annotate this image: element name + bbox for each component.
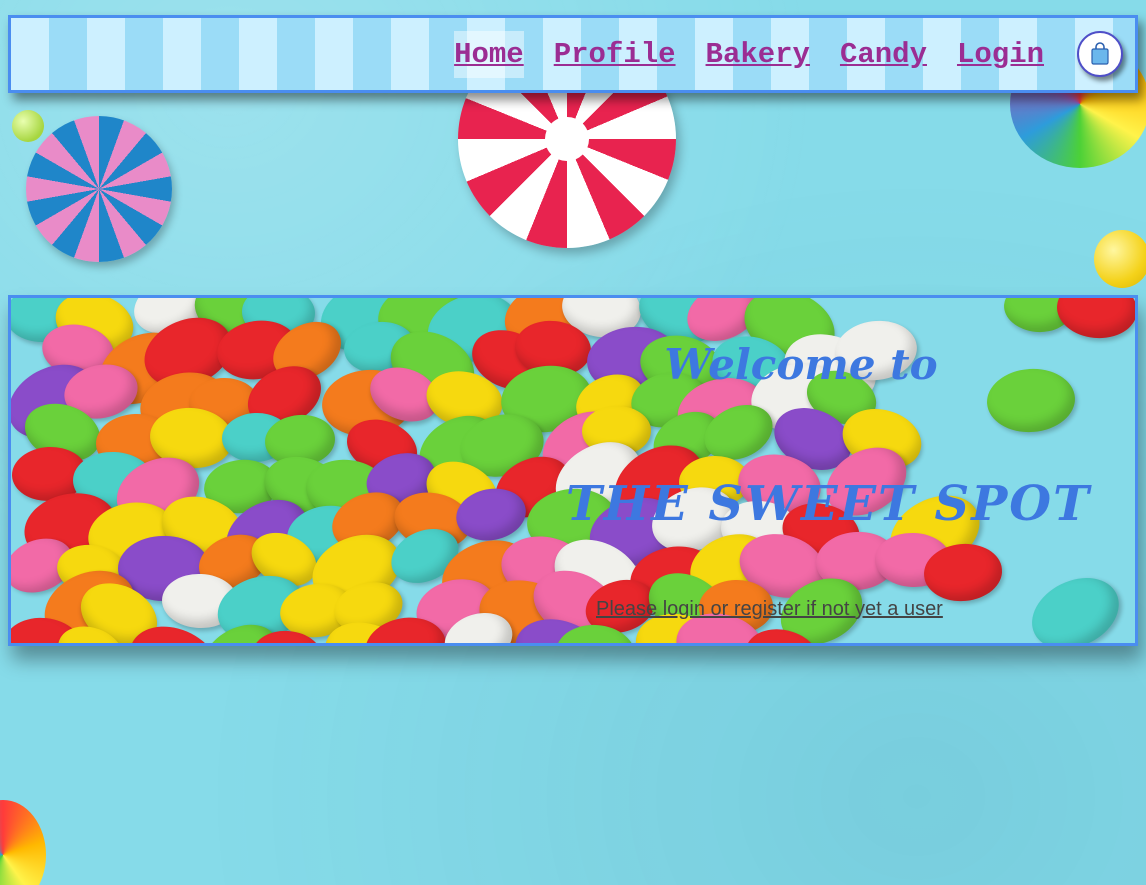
shopping-bag-icon [1091, 42, 1109, 65]
striped-candy-decoration [26, 116, 172, 262]
brand-title: THE SWEET SPOT [566, 476, 1091, 532]
cart-button[interactable] [1077, 31, 1123, 77]
hero-banner: Welcome to THE SWEET SPOT Please login o… [8, 295, 1138, 646]
rainbow-swirl-decoration [0, 800, 46, 885]
nav-link-home[interactable]: Home [454, 30, 524, 78]
nav-link-bakery[interactable]: Bakery [706, 31, 810, 78]
nav-link-login[interactable]: Login [957, 31, 1044, 78]
navbar: Home Profile Bakery Candy Login [8, 15, 1138, 93]
green-candy-decoration [12, 110, 44, 142]
hero-text: Welcome to THE SWEET SPOT Please login o… [566, 298, 1091, 643]
yellow-candy-decoration [1094, 230, 1146, 288]
nav-link-profile[interactable]: Profile [554, 31, 676, 78]
welcome-heading: Welcome to [664, 340, 938, 389]
nav-link-candy[interactable]: Candy [840, 31, 927, 78]
nav-links: Home Profile Bakery Candy Login [439, 30, 1059, 78]
login-register-link[interactable]: Please login or register if not yet a us… [596, 598, 943, 621]
